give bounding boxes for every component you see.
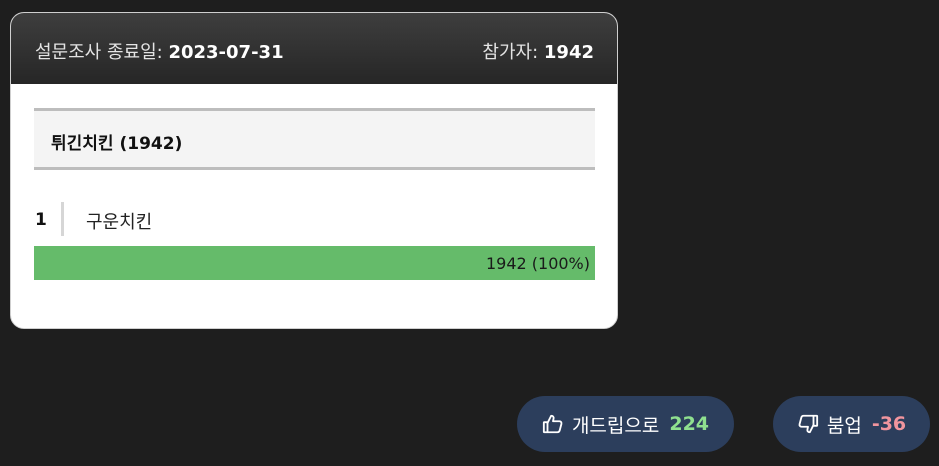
option-divider — [61, 202, 64, 236]
poll-option[interactable]: 1 구운치킨 — [34, 202, 595, 238]
result-bar: 1942 (100%) — [34, 246, 595, 280]
question-text: 튀긴치킨 (1942) — [51, 129, 182, 154]
upvote-button[interactable]: 개드립으로 224 — [517, 396, 734, 452]
result-bar-text: 1942 (100%) — [485, 254, 590, 273]
downvote-count: -36 — [871, 413, 907, 435]
poll-card: 설문조사 종료일: 2023-07-31 참가자: 1942 튀긴치킨 (194… — [10, 12, 618, 329]
poll-header: 설문조사 종료일: 2023-07-31 참가자: 1942 — [11, 13, 617, 84]
participants-label: 참가자: — [482, 42, 539, 63]
downvote-label: 붐업 — [826, 414, 862, 437]
upvote-count: 224 — [669, 413, 710, 435]
thumbs-down-icon — [797, 413, 819, 435]
question-count: (1942) — [119, 134, 183, 154]
question-title: 튀긴치킨 — [51, 134, 114, 154]
option-label: 구운치킨 — [86, 212, 153, 233]
poll-end-date: 설문조사 종료일: 2023-07-31 — [35, 38, 284, 64]
thumbs-up-icon — [542, 413, 564, 435]
end-date-value: 2023-07-31 — [168, 42, 284, 63]
participants-value: 1942 — [543, 42, 594, 63]
poll-participants: 참가자: 1942 — [482, 38, 594, 64]
poll-question: 튀긴치킨 (1942) — [34, 108, 595, 170]
downvote-button[interactable]: 붐업 -36 — [773, 396, 930, 452]
end-date-label: 설문조사 종료일: — [35, 42, 163, 63]
option-rank: 1 — [35, 210, 47, 230]
upvote-label: 개드립으로 — [571, 414, 660, 437]
